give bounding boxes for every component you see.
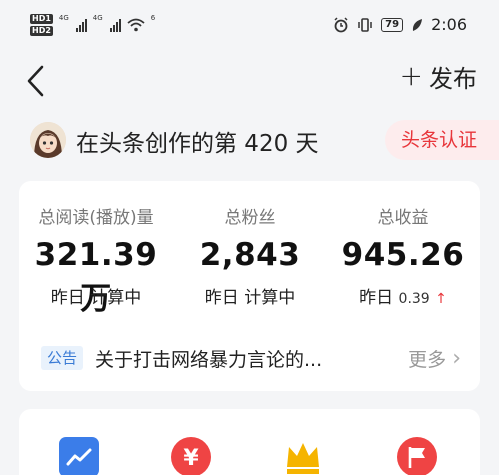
stat-sub-value: 0.39: [398, 291, 430, 307]
tools-card: ¥: [19, 409, 480, 475]
vibrate-icon: [358, 17, 372, 32]
stat-label: 总阅读(播放)量: [38, 208, 154, 228]
plus-icon: +: [399, 59, 423, 92]
trend-chart-icon[interactable]: [59, 437, 99, 475]
stat-label: 总收益: [377, 208, 429, 228]
notice-row[interactable]: 公告 关于打击网络暴力言论的... 更多 ›: [41, 343, 461, 373]
alarm-icon: [334, 16, 348, 32]
wifi-level: 6: [150, 14, 156, 22]
publish-button[interactable]: + 发布: [400, 58, 477, 94]
wifi-icon: [127, 18, 145, 32]
publish-label: 发布: [429, 64, 477, 93]
stat-value: 2,843: [199, 237, 301, 273]
signal-2-icon: [109, 18, 121, 32]
arrow-up-icon: ↑: [435, 291, 447, 307]
stat-sub: 昨日 计算中: [204, 288, 296, 308]
chevron-right-icon: ›: [452, 345, 461, 371]
status-bar: HD1 HD2 4G 4G 6 79 2:06: [0, 0, 499, 46]
svg-text:¥: ¥: [183, 446, 199, 471]
network-type-2: 4G: [92, 14, 103, 22]
avatar-image: [30, 122, 66, 158]
notice-text: 关于打击网络暴力言论的...: [95, 348, 323, 371]
status-right: 79 2:06: [333, 15, 467, 34]
hd-indicators: HD1 HD2: [30, 14, 53, 36]
leaf-icon: [412, 18, 423, 31]
yuan-icon[interactable]: ¥: [171, 437, 211, 475]
hd1-badge: HD1: [30, 14, 53, 24]
clock: 2:06: [431, 15, 467, 34]
signal-1-icon: [75, 18, 87, 32]
creation-days-text: 在头条创作的第 420 天: [76, 131, 319, 157]
stats-card: 总阅读(播放)量 321.39万 昨日 计算中 总粉丝 2,843 昨日 计算中…: [19, 181, 480, 391]
back-icon[interactable]: [24, 64, 46, 98]
stat-sub: 昨日 0.39 ↑: [326, 283, 480, 308]
status-left: HD1 HD2 4G 4G 6: [30, 14, 156, 36]
stat-sub: 昨日 计算中: [50, 288, 142, 308]
network-type-1: 4G: [58, 14, 69, 22]
stat-value: 945.26: [341, 237, 465, 273]
flag-icon[interactable]: [397, 437, 437, 475]
stat-label: 总粉丝: [224, 208, 276, 228]
hd2-badge: HD2: [30, 26, 53, 36]
avatar[interactable]: [30, 122, 66, 158]
toutiao-auth-button[interactable]: 头条认证: [385, 120, 499, 160]
battery-level: 79: [381, 17, 404, 32]
crown-icon[interactable]: [283, 437, 323, 475]
more-link[interactable]: 更多: [408, 345, 446, 372]
notice-tag: 公告: [41, 346, 84, 370]
stat-sub-label: 昨日: [359, 288, 394, 308]
